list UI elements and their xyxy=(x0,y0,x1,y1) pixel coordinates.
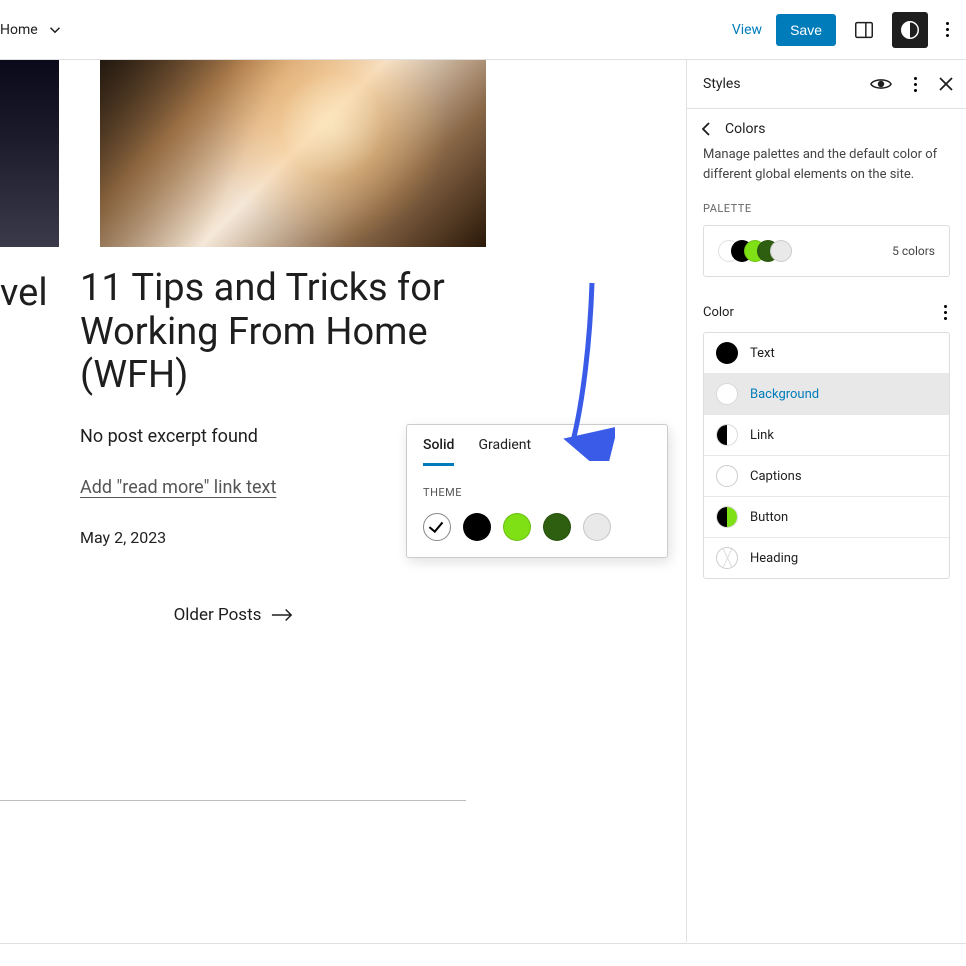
chevron-down-icon xyxy=(46,21,64,39)
adjacent-post-title-fragment: vel xyxy=(0,271,53,315)
colors-title: Colors xyxy=(725,121,765,137)
color-item-heading[interactable]: Heading xyxy=(704,537,949,578)
color-elements-list: Text Background Link Captions Button Hea… xyxy=(703,332,950,579)
styles-toggle-button[interactable] xyxy=(892,12,928,48)
half-circle-icon xyxy=(899,19,921,41)
theme-swatches xyxy=(423,513,651,541)
back-icon[interactable] xyxy=(699,121,715,137)
color-indicator-link xyxy=(716,424,738,446)
swatch-4[interactable] xyxy=(543,513,571,541)
color-indicator-text xyxy=(716,342,738,364)
color-item-button[interactable]: Button xyxy=(704,496,949,537)
tab-solid[interactable]: Solid xyxy=(423,425,454,466)
tab-gradient[interactable]: Gradient xyxy=(478,425,531,466)
color-indicator-background xyxy=(716,383,738,405)
color-item-captions[interactable]: Captions xyxy=(704,455,949,496)
palette-section-label: PALETTE xyxy=(687,202,966,225)
swatch-1[interactable] xyxy=(423,513,451,541)
color-indicator-button xyxy=(716,506,738,528)
colors-description: Manage palettes and the default color of… xyxy=(687,145,966,202)
palette-preview xyxy=(718,240,792,262)
swatch-3[interactable] xyxy=(503,513,531,541)
post-image-right[interactable] xyxy=(100,60,486,247)
close-icon[interactable] xyxy=(938,76,954,92)
save-button[interactable]: Save xyxy=(776,14,836,46)
swatch-2[interactable] xyxy=(463,513,491,541)
view-link[interactable]: View xyxy=(728,22,766,38)
palette-count: 5 colors xyxy=(892,244,935,258)
home-label: Home xyxy=(0,22,38,38)
post-image-left[interactable] xyxy=(0,60,59,247)
color-indicator-heading xyxy=(716,547,738,569)
styles-sidebar: Styles Colors Manage palettes and the de… xyxy=(686,60,966,942)
sidebar-more-button[interactable] xyxy=(906,77,924,92)
color-picker-popover: Solid Gradient THEME xyxy=(406,424,668,558)
palette-bubble-5 xyxy=(770,240,792,262)
color-section-title: Color xyxy=(703,305,734,320)
color-section-more-button[interactable] xyxy=(936,305,954,320)
palette-card[interactable]: 5 colors xyxy=(703,225,950,277)
eye-icon[interactable] xyxy=(870,77,892,91)
older-posts-link[interactable]: Older Posts xyxy=(0,605,467,625)
panel-icon xyxy=(853,19,875,41)
more-options-button[interactable] xyxy=(938,22,956,37)
top-bar: Home View Save xyxy=(0,0,966,60)
sidebar-toggle-button[interactable] xyxy=(846,12,882,48)
color-indicator-captions xyxy=(716,465,738,487)
theme-label: THEME xyxy=(423,486,651,499)
color-item-background[interactable]: Background xyxy=(704,373,949,414)
color-item-link[interactable]: Link xyxy=(704,414,949,455)
sidebar-title: Styles xyxy=(703,76,741,92)
arrow-right-icon xyxy=(271,608,293,622)
content-divider xyxy=(0,800,466,801)
color-item-text[interactable]: Text xyxy=(704,333,949,373)
swatch-5[interactable] xyxy=(583,513,611,541)
older-posts-label: Older Posts xyxy=(174,605,262,625)
breadcrumb[interactable]: Home xyxy=(0,21,64,39)
post-title[interactable]: 11 Tips and Tricks for Working From Home… xyxy=(80,267,466,398)
bottom-border xyxy=(0,943,966,944)
